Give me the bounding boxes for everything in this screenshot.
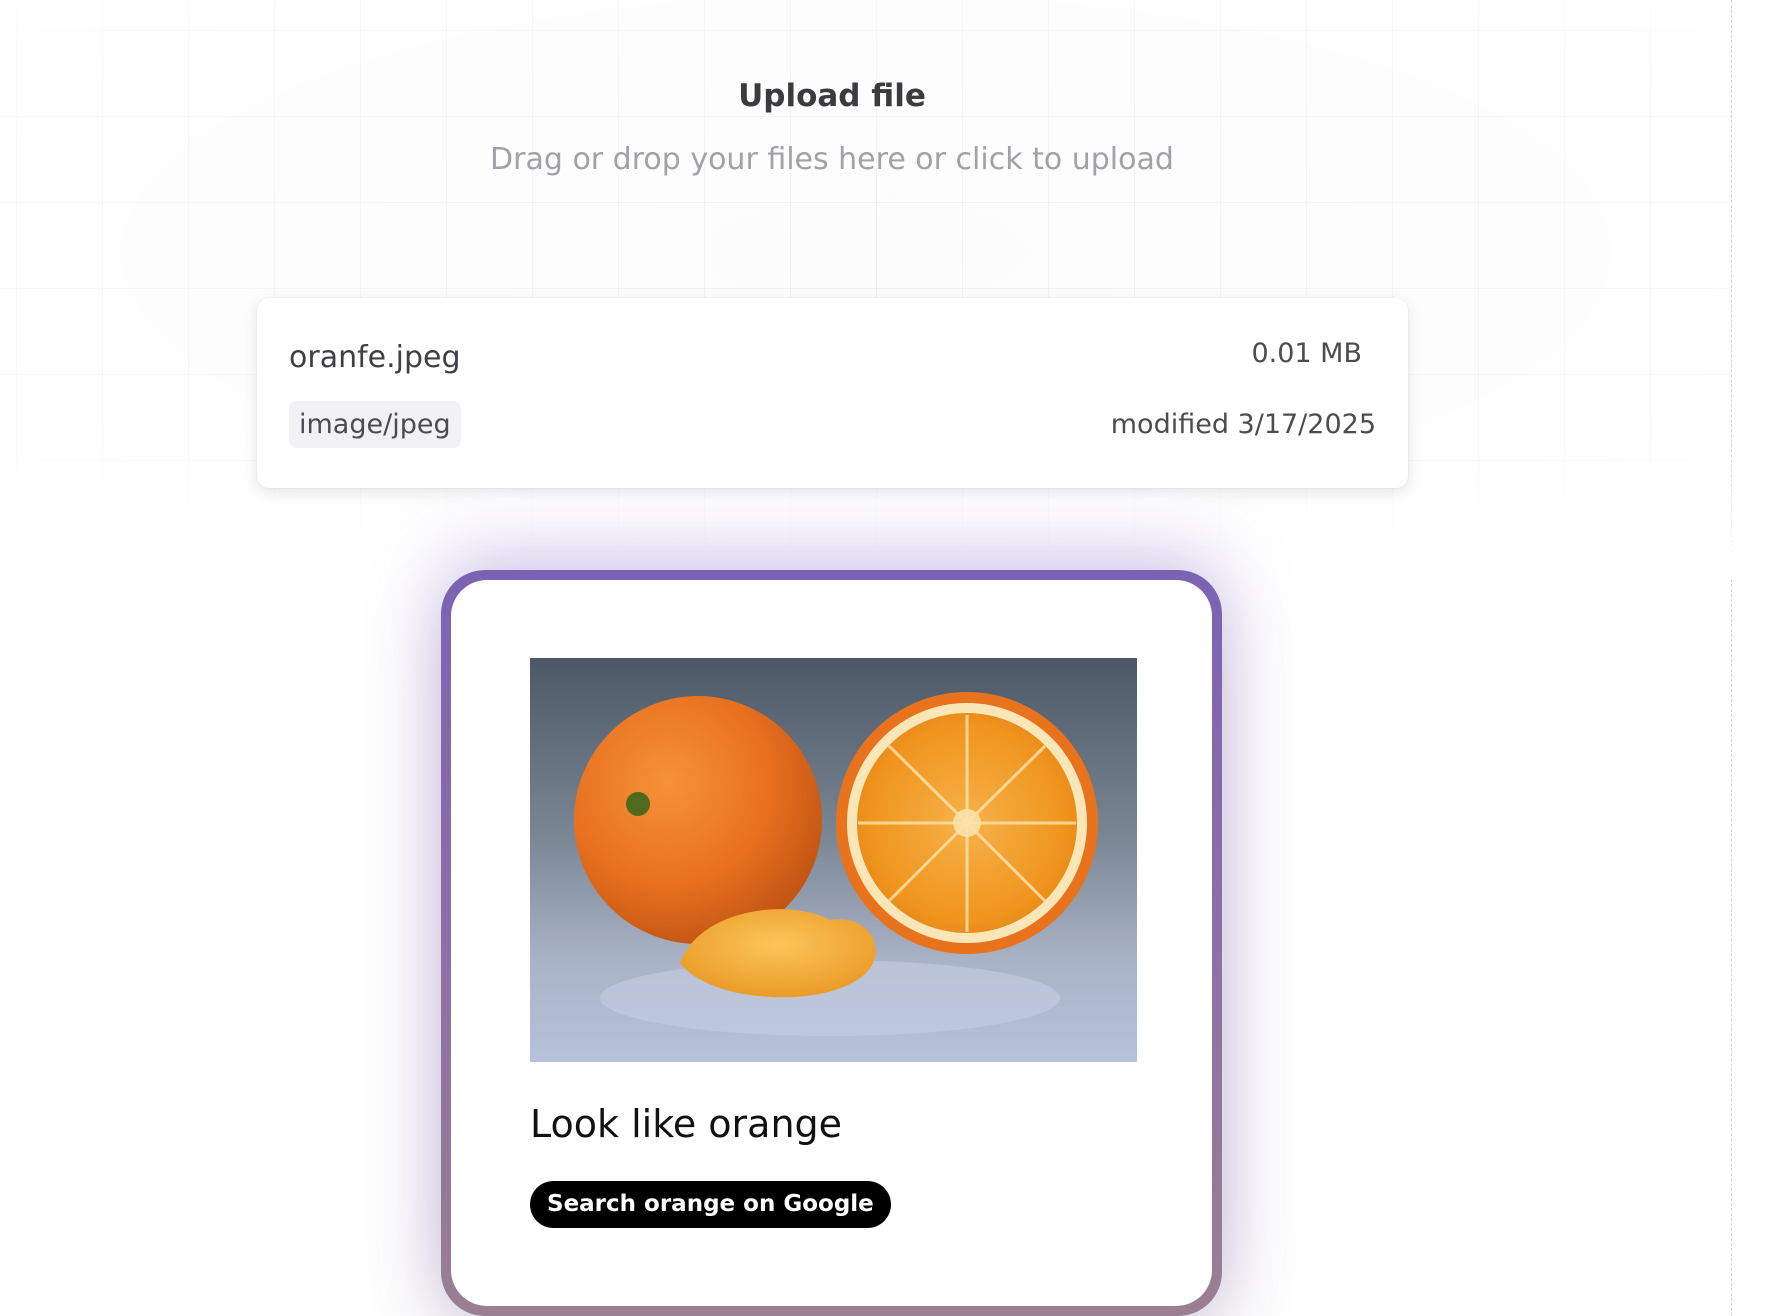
upload-subtitle[interactable]: Drag or drop your files here or click to… xyxy=(0,142,1664,177)
file-info-card: oranfe.jpeg 0.01 MB image/jpeg modified … xyxy=(257,298,1408,488)
result-title: Look like orange xyxy=(530,1102,843,1146)
file-name: oranfe.jpeg xyxy=(289,340,461,375)
whole-orange xyxy=(574,696,822,944)
file-type-badge: image/jpeg xyxy=(289,401,461,448)
result-card: Look like orange Search orange on Google xyxy=(451,580,1212,1306)
search-google-button[interactable]: Search orange on Google xyxy=(530,1181,891,1228)
orange-stem xyxy=(626,792,650,816)
dashed-divider xyxy=(1731,0,1732,1316)
file-modified-date: modified 3/17/2025 xyxy=(1110,409,1376,440)
uploaded-image-preview xyxy=(530,658,1137,1062)
file-size-badge: 0.01 MB xyxy=(1251,338,1362,369)
upload-title: Upload file xyxy=(738,78,926,114)
